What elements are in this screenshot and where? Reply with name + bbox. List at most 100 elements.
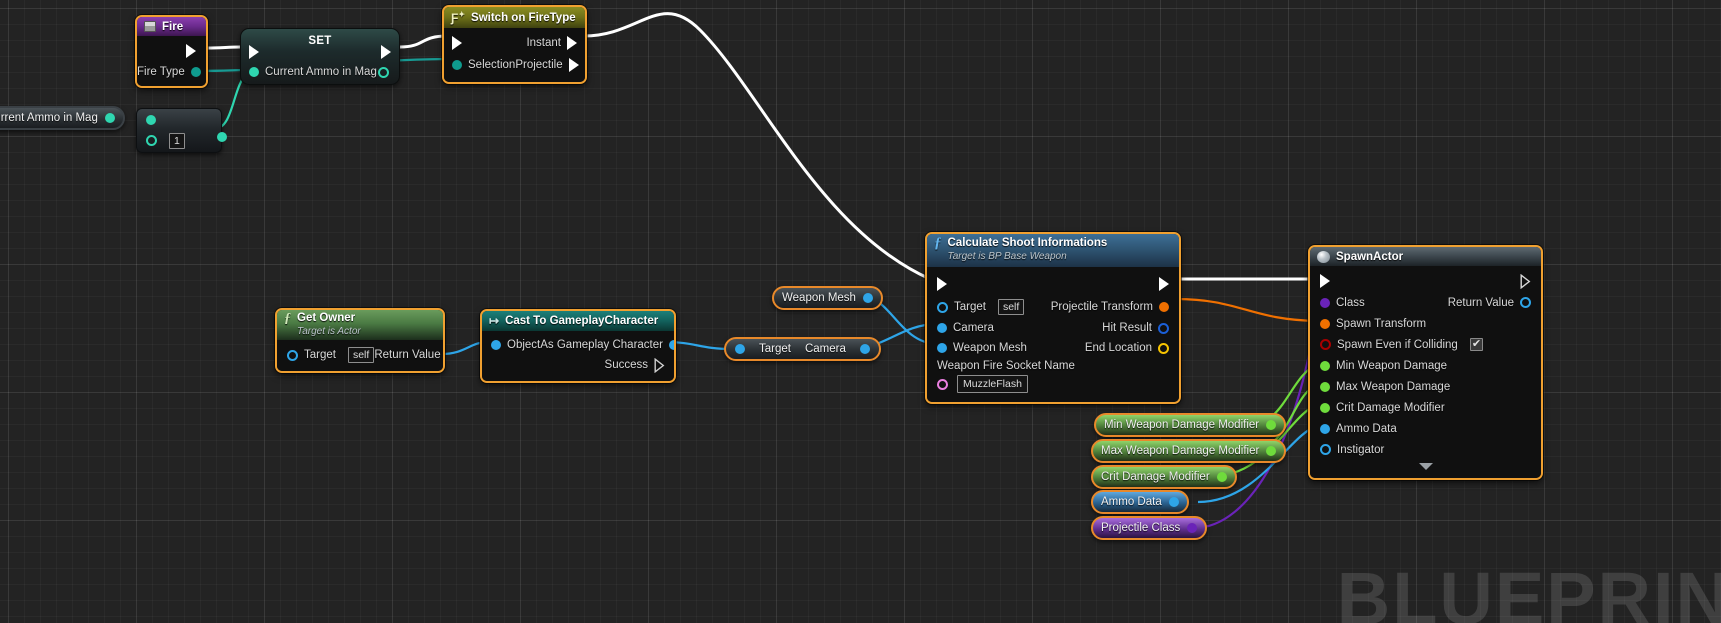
node-header: Fire <box>137 17 206 36</box>
spawn-even-if-colliding-in-pin[interactable] <box>1320 339 1331 350</box>
row-class: Class Return Value <box>1310 292 1541 313</box>
function-icon: ƒ <box>934 235 942 251</box>
pill-weapon-mesh[interactable]: Weapon Mesh <box>772 286 883 310</box>
ammo-data-in-pin[interactable] <box>1320 423 1330 434</box>
node-cast-to-gameplay-character[interactable]: ↦ Cast To GameplayCharacter Object As Ga… <box>480 309 676 383</box>
operand-a-pin[interactable] <box>146 114 156 125</box>
pin-label: Instigator <box>1337 443 1385 456</box>
hit-result-out-pin[interactable] <box>1158 322 1169 334</box>
return-value-out-pin[interactable] <box>1520 297 1531 308</box>
row-weapon-mesh: Weapon Mesh End Location <box>927 338 1179 358</box>
node-calculate-shoot-informations[interactable]: ƒ Calculate Shoot Informations Target is… <box>925 232 1181 404</box>
target-in-pin[interactable] <box>735 344 745 354</box>
node-switch-on-firetype[interactable]: Ƒ✦ Switch on FireType Instant Selection <box>442 5 587 84</box>
target-self-value[interactable]: self <box>997 299 1025 315</box>
fire-type-out-pin[interactable] <box>190 67 201 77</box>
node-title: Switch on FireType <box>471 11 576 24</box>
row-operand-a <box>137 109 221 130</box>
row-target: Target self Return Value <box>277 345 443 365</box>
pill-crit-damage-modifier[interactable]: Crit Damage Modifier <box>1091 465 1237 489</box>
weapon-mesh-out-pin[interactable] <box>862 293 873 303</box>
as-gameplay-character-out-pin[interactable] <box>668 340 674 350</box>
current-ammo-in-pin[interactable] <box>249 67 259 77</box>
node-header: ƒ Calculate Shoot Informations Target is… <box>927 234 1179 267</box>
out-pin[interactable] <box>1266 420 1277 430</box>
exec-out-pin[interactable] <box>1520 273 1531 289</box>
spawn-even-if-colliding-checkbox[interactable] <box>1469 337 1483 351</box>
out-pin[interactable] <box>1216 472 1227 482</box>
current-ammo-out-pin[interactable] <box>378 66 389 78</box>
exec-out-pin[interactable] <box>186 44 196 58</box>
node-title: Fire <box>162 20 184 33</box>
node-fire-event[interactable]: Fire Fire Type <box>135 15 208 88</box>
target-in-pin[interactable] <box>937 301 948 313</box>
spawn-transform-in-pin[interactable] <box>1320 318 1330 329</box>
operand-b-pin[interactable] <box>146 135 157 146</box>
row-exec <box>927 272 1179 296</box>
crit-damage-modifier-in-pin[interactable] <box>1320 402 1330 413</box>
pin-label: Weapon Mesh <box>953 342 1027 354</box>
instigator-in-pin[interactable] <box>1320 444 1331 455</box>
pill-min-weapon-damage-modifier[interactable]: Min Weapon Damage Modifier <box>1094 413 1287 437</box>
object-in-pin[interactable] <box>491 340 501 350</box>
pill-get-current-ammo-in-mag[interactable]: Current Ammo in Mag <box>0 106 125 130</box>
out-pin[interactable] <box>1187 523 1198 533</box>
pill-label: Projectile Class <box>1101 522 1181 534</box>
camera-out-pin[interactable] <box>859 344 870 354</box>
pin-label: Fire Type <box>137 66 185 78</box>
exec-out-pin[interactable] <box>381 45 391 59</box>
node-get-owner[interactable]: ƒ Get Owner Target is Actor Target self … <box>275 308 445 373</box>
node-header: SpawnActor <box>1310 247 1541 266</box>
result-out-pin[interactable] <box>217 132 227 142</box>
node-set-variable[interactable]: SET Current Ammo in Mag <box>240 28 400 85</box>
weapon-fire-socket-name-input[interactable]: MuzzleFlash <box>957 375 1028 393</box>
class-in-pin[interactable] <box>1320 297 1330 308</box>
target-in-pin[interactable] <box>287 349 298 361</box>
projectile-transform-out-pin[interactable] <box>1159 302 1169 312</box>
max-weapon-damage-in-pin[interactable] <box>1320 381 1330 392</box>
pill-projectile-class[interactable]: Projectile Class <box>1091 516 1208 540</box>
chevron-down-icon[interactable] <box>1418 463 1433 470</box>
row-crit-damage-modifier: Crit Damage Modifier <box>1310 397 1541 418</box>
pin-label: Ammo Data <box>1336 422 1397 435</box>
blueprint-graph-canvas[interactable]: Fire Fire Type SET Current Ammo in Mag Ƒ… <box>0 0 1721 623</box>
pin-label: Target <box>304 349 336 361</box>
pill-max-weapon-damage-modifier[interactable]: Max Weapon Damage Modifier <box>1091 439 1287 463</box>
weapon-fire-socket-name-in-pin[interactable] <box>937 378 948 390</box>
node-spawn-actor[interactable]: SpawnActor Class Return Value Spawn Tran… <box>1308 245 1543 480</box>
success-exec-out-pin[interactable] <box>654 357 665 373</box>
row-spawn-even-if-colliding: Spawn Even if Colliding <box>1310 334 1541 355</box>
current-ammo-out-pin[interactable] <box>104 113 115 123</box>
spawn-icon <box>1317 250 1330 263</box>
out-pin[interactable] <box>1266 446 1277 456</box>
pin-label: Max Weapon Damage <box>1336 380 1451 393</box>
pin-label: Spawn Transform <box>1336 317 1427 330</box>
row-spawn-transform: Spawn Transform <box>1310 313 1541 334</box>
exec-out-label-projectile: Projectile <box>515 59 563 71</box>
target-self-value[interactable]: self <box>347 347 375 363</box>
exec-in-pin[interactable] <box>249 45 259 59</box>
node-header: ↦ Cast To GameplayCharacter <box>482 311 674 331</box>
literal-value-input[interactable]: 1 <box>169 132 185 149</box>
pill-get-camera[interactable]: Target Camera <box>724 337 881 361</box>
end-location-out-pin[interactable] <box>1158 342 1169 354</box>
row-fire-type: Fire Type <box>137 62 206 82</box>
row-operand-b: 1 <box>137 130 221 151</box>
weapon-mesh-in-pin[interactable] <box>937 343 947 353</box>
min-weapon-damage-in-pin[interactable] <box>1320 360 1330 371</box>
pill-ammo-data[interactable]: Ammo Data <box>1091 490 1189 514</box>
exec-out-pin-instant[interactable] <box>567 36 577 50</box>
cast-icon: ↦ <box>489 314 500 328</box>
node-header: Ƒ✦ Switch on FireType <box>444 7 585 28</box>
camera-in-pin[interactable] <box>937 323 947 333</box>
function-icon: ƒ <box>284 311 291 326</box>
exec-out-pin-projectile[interactable] <box>568 58 579 72</box>
selection-in-pin[interactable] <box>452 60 462 70</box>
node-subtract-literal[interactable]: 1 <box>136 108 227 153</box>
out-pin[interactable] <box>1168 497 1179 507</box>
exec-in-pin[interactable] <box>1320 274 1330 288</box>
pin-label: End Location <box>1084 342 1152 354</box>
exec-in-pin[interactable] <box>937 277 947 291</box>
exec-in-pin[interactable] <box>452 36 462 50</box>
exec-out-pin[interactable] <box>1159 277 1169 291</box>
